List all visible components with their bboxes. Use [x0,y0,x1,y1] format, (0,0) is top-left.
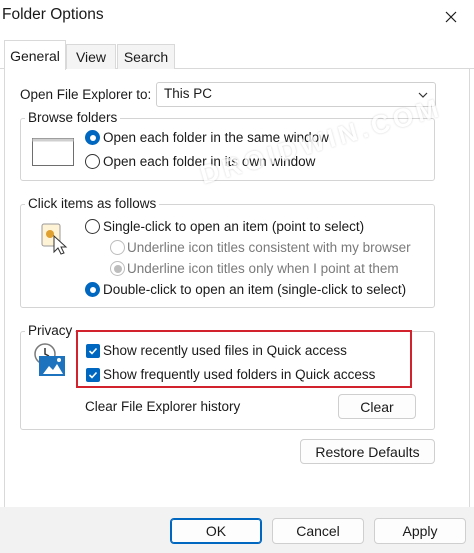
clear-button-label: Clear [360,398,394,415]
tab-general[interactable]: General [4,40,66,70]
apply-button-label: Apply [402,523,438,539]
folder-window-icon [32,138,74,166]
window-title: Folder Options [2,6,104,23]
cancel-button[interactable]: Cancel [272,518,364,544]
open-explorer-label: Open File Explorer to: [20,87,152,102]
close-icon [445,11,457,23]
radio-underline-browser[interactable] [110,240,125,255]
checkmark-icon [88,347,98,355]
apply-button[interactable]: Apply [374,518,466,544]
radio-double-click[interactable] [85,282,100,297]
restore-defaults-button[interactable]: Restore Defaults [300,439,435,464]
clear-history-label: Clear File Explorer history [85,399,241,414]
ok-button-label: OK [205,523,227,539]
radio-single-click[interactable] [85,219,100,234]
browse-folders-legend: Browse folders [25,110,121,125]
checkmark-icon [88,371,98,379]
recent-files-label: Show recently used files in Quick access [103,343,347,358]
radio-underline-point[interactable] [110,261,125,276]
cancel-button-label: Cancel [296,523,340,539]
click-items-legend: Click items as follows [25,196,160,211]
restore-defaults-label: Restore Defaults [315,443,420,460]
tab-search-label: Search [123,49,169,65]
radio-same-window[interactable] [85,130,100,145]
tab-view[interactable]: View [66,44,116,69]
double-click-label: Double-click to open an item (single-cli… [103,282,407,297]
privacy-legend: Privacy [25,323,76,338]
single-click-label: Single-click to open an item (point to s… [103,219,365,234]
open-explorer-value: This PC [164,86,213,101]
close-button[interactable] [428,0,474,34]
privacy-clock-icon [34,343,65,376]
title-bar: Folder Options [0,0,474,34]
tab-view-label: View [75,49,107,65]
clear-button[interactable]: Clear [338,394,416,419]
checkbox-frequent-folders[interactable] [86,368,100,382]
frequent-folders-label: Show frequently used folders in Quick ac… [103,367,376,382]
checkbox-recent-files[interactable] [86,344,100,358]
tab-search[interactable]: Search [117,44,175,69]
pointer-click-icon [41,223,68,255]
underline-point-label: Underline icon titles only when I point … [127,261,399,276]
underline-browser-label: Underline icon titles consistent with my… [127,240,411,255]
radio-own-window[interactable] [85,154,100,169]
ok-button[interactable]: OK [170,518,262,544]
tab-general-label: General [10,47,60,64]
